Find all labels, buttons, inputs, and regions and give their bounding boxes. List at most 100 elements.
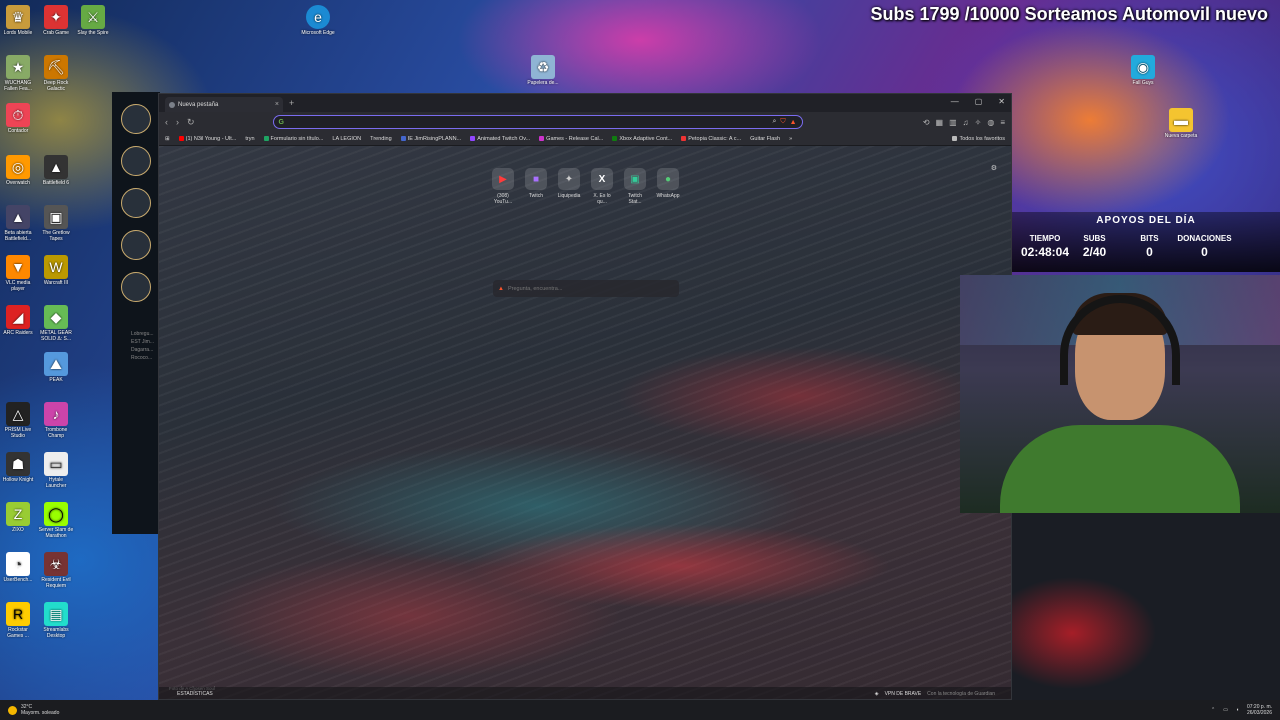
- desktop-icon[interactable]: ☗ Hollow Knight: [0, 452, 36, 483]
- desktop-icon-slay-the-spire[interactable]: ⚔ Slay the Spire: [75, 5, 111, 36]
- reading-list-icon[interactable]: ▥: [949, 118, 957, 127]
- apps-icon[interactable]: ⊞: [165, 136, 170, 142]
- desktop-icon[interactable]: ⏱ Contador: [0, 103, 36, 134]
- maximize-icon[interactable]: ▢: [975, 97, 983, 106]
- bookmark-item[interactable]: Guitar Flash: [750, 136, 780, 142]
- desktop-icon[interactable]: △ PRISM Live Studio: [0, 402, 36, 439]
- bookmark-item[interactable]: LA LEGION: [332, 136, 361, 142]
- desktop-icon[interactable]: ⛰ PEAK: [38, 352, 74, 383]
- x-icon: X: [591, 168, 613, 190]
- new-tab-button[interactable]: +: [289, 98, 294, 108]
- desktop-icon[interactable]: ▲ Battlefield 6: [38, 155, 74, 186]
- desktop-icon[interactable]: R Rockstar Games ...: [0, 602, 36, 639]
- window-controls: — ▢ ✕: [951, 97, 1005, 106]
- shortcut-twitch[interactable]: ■ Twitch: [524, 168, 548, 205]
- media-icon[interactable]: ♫: [963, 118, 969, 127]
- bookmark-item[interactable]: Formulario sin título...: [263, 136, 323, 142]
- metal-gear-icon: ◆: [44, 305, 68, 329]
- shortcut-twitch-stats[interactable]: ▣ Twitch Stat...: [623, 168, 647, 205]
- desktop-icon[interactable]: Z ZIXO: [0, 502, 36, 533]
- champion-portrait[interactable]: [121, 188, 151, 218]
- desktop-icon[interactable]: ◎ Overwatch: [0, 155, 36, 186]
- desktop-icon[interactable]: ▤ Streamlabs Desktop: [38, 602, 74, 639]
- desktop-icon-fall-guys[interactable]: ◉ Fall Guys: [1125, 55, 1161, 86]
- champion-portrait[interactable]: [121, 104, 151, 134]
- extension-icon[interactable]: ⟲: [923, 118, 930, 127]
- zoom-icon[interactable]: ⌕: [772, 118, 776, 126]
- wallet-icon[interactable]: ◍: [987, 118, 994, 127]
- desktop-icon[interactable]: ⛏ Deep Rock Galactic: [38, 55, 74, 92]
- minimize-icon[interactable]: —: [951, 97, 959, 106]
- customize-icon[interactable]: ⚙: [991, 164, 997, 172]
- prism-icon: △: [6, 402, 30, 426]
- desktop-icon-crab-game[interactable]: ✦ Crab Game: [38, 5, 74, 36]
- back-icon[interactable]: ‹: [165, 117, 168, 127]
- champion-portrait[interactable]: [121, 272, 151, 302]
- shortcut-whatsapp[interactable]: ● WhatsApp: [656, 168, 680, 205]
- desktop-icon[interactable]: W Warcraft III: [38, 255, 74, 286]
- volume-icon[interactable]: ◖: [1236, 707, 1239, 713]
- twitch-icon: ■: [525, 168, 547, 190]
- bookmark-item[interactable]: Petopia Classic: A c...: [681, 136, 741, 142]
- all-bookmarks[interactable]: Todos los favoritos: [952, 136, 1005, 142]
- sidebar-icon[interactable]: ▦: [936, 118, 944, 127]
- shortcut-x[interactable]: X X. Es lo qu...: [590, 168, 614, 205]
- bookmark-item[interactable]: Games - Release Cal...: [539, 136, 603, 142]
- close-window-icon[interactable]: ✕: [998, 97, 1005, 106]
- menu-icon[interactable]: ≡: [1000, 118, 1005, 127]
- close-tab-icon[interactable]: ×: [275, 101, 279, 108]
- champion-portrait[interactable]: [121, 146, 151, 176]
- puzzle-icon[interactable]: ✧: [975, 118, 982, 127]
- stats-button[interactable]: ESTADÍSTICAS: [177, 691, 213, 697]
- desktop-icon[interactable]: ◢ ARC Raiders: [0, 305, 36, 336]
- network-icon[interactable]: ▭: [1223, 707, 1228, 713]
- folder-icon: [952, 136, 958, 141]
- desktop-icon-new-folder[interactable]: ▬ Nueva carpeta: [1163, 108, 1199, 139]
- whatsapp-icon: ●: [657, 168, 679, 190]
- desktop-icon[interactable]: ◯ Server Slam de Marathon: [38, 502, 74, 539]
- desk-background: [1012, 513, 1280, 700]
- bookmark-item[interactable]: IE JimRisingPLANN...: [400, 136, 461, 142]
- bookmark-item[interactable]: tryn: [245, 136, 254, 142]
- bookmark-item[interactable]: Trending: [370, 136, 392, 142]
- ntp-search-box[interactable]: ▲: [493, 280, 679, 297]
- forward-icon[interactable]: ›: [176, 117, 179, 127]
- clock[interactable]: 07:20 p. m. 26/03/2026: [1247, 704, 1272, 716]
- address-bar[interactable]: G ⌕ ⛉ ▲: [272, 115, 803, 129]
- twitch-stats-icon: ▣: [624, 168, 646, 190]
- desktop-icon[interactable]: ▼ VLC media player: [0, 255, 36, 292]
- liquipedia-icon: ✦: [558, 168, 580, 190]
- vpn-button[interactable]: VPN DE BRAVE: [885, 691, 922, 697]
- reload-icon[interactable]: ↻: [187, 117, 195, 128]
- champion-portrait[interactable]: [121, 230, 151, 260]
- address-input[interactable]: [288, 118, 769, 126]
- desktop-icon[interactable]: ◆ METAL GEAR SOLID Δ: S...: [38, 305, 74, 342]
- overwatch-icon: ◎: [6, 155, 30, 179]
- shortcut-youtube[interactable]: ▶ (308) YouTu...: [491, 168, 515, 205]
- bookmark-item[interactable]: Xbox Adaptive Cont...: [612, 136, 672, 142]
- desktop-icon-lords-mobile[interactable]: ♛ Lords Mobile: [0, 5, 36, 36]
- weather-widget[interactable]: 32°C Mayorm. soleado: [8, 704, 59, 716]
- desktop-icon[interactable]: ★ WUCHANG Fallen Fea...: [0, 55, 36, 92]
- desktop-icon-edge[interactable]: e Microsoft Edge: [300, 5, 336, 36]
- desktop-icon-recycle-bin[interactable]: ♻ Papelera de...: [525, 55, 561, 86]
- bookmark-item[interactable]: (1) N3il Young - Ult...: [178, 136, 236, 142]
- friend-list: Lobregu... EST Jim... Dagarra... Rococo.…: [131, 331, 154, 361]
- bookmark-item[interactable]: Animated Twitch Ov...: [470, 136, 530, 142]
- ntp-search-input[interactable]: [507, 285, 674, 292]
- game-client-sidebar: Lobregu... EST Jim... Dagarra... Rococo.…: [112, 92, 160, 534]
- battlefield-beta-icon: ▲: [6, 205, 30, 229]
- brave-rewards-icon[interactable]: ▲: [790, 119, 797, 126]
- bookmarks-overflow-icon[interactable]: »: [789, 136, 792, 142]
- desktop-icon[interactable]: ☣ Resident Evil Requiem: [38, 552, 74, 589]
- xbox-icon: [612, 136, 618, 141]
- desktop-icon[interactable]: ▣ The Gretlow Tapes: [38, 205, 74, 242]
- tab-new-tab[interactable]: Nueva pestaña ×: [165, 97, 283, 112]
- desktop-icon[interactable]: ▭ Hytale Launcher: [38, 452, 74, 489]
- desktop-icon[interactable]: ▲ Beta abierta Battlefield...: [0, 205, 36, 242]
- brave-shields-icon[interactable]: ⛉: [780, 118, 785, 126]
- shortcut-liquipedia[interactable]: ✦ Liquipedia: [557, 168, 581, 205]
- desktop-icon[interactable]: ◔ UserBench...: [0, 552, 36, 583]
- desktop-icon[interactable]: ♪ Trombone Champ: [38, 402, 74, 439]
- tray-chevron-icon[interactable]: ⌃: [1211, 707, 1215, 713]
